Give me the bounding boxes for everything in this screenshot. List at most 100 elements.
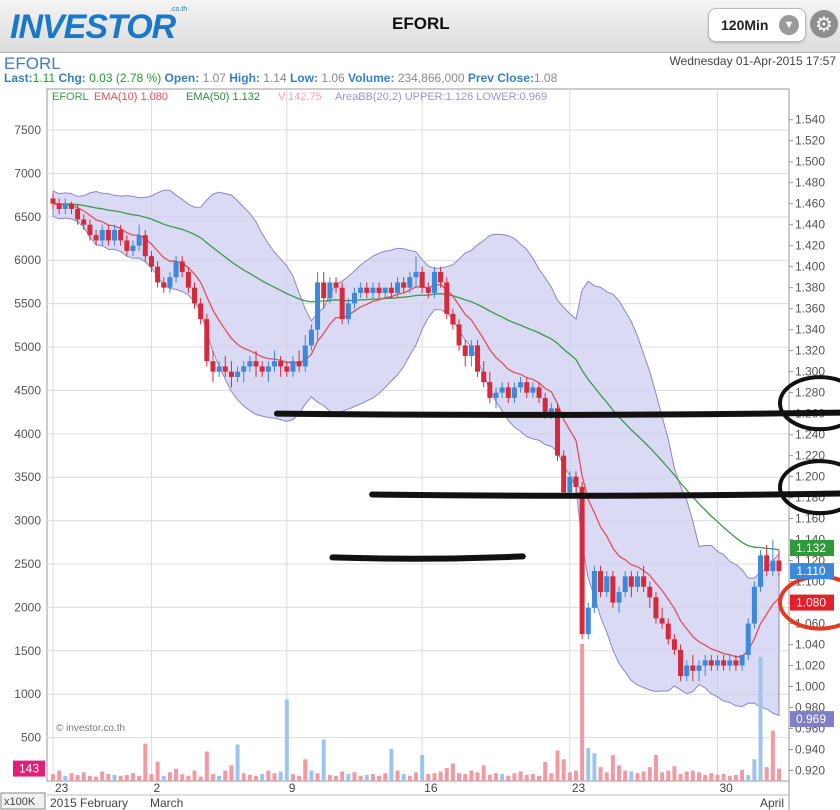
volume-bar [161,775,166,781]
volume-bar [672,766,677,781]
candle-body [567,476,573,493]
left-tick-label: 7000 [14,166,41,180]
left-tick-label: 5000 [14,340,41,354]
timeframe-select[interactable]: 120Min ▼ [708,8,806,42]
volume-bar [118,775,123,781]
high-label: High: [229,71,260,85]
candle-body [216,366,222,372]
volume-bar [407,775,412,781]
volume-bar [586,748,591,781]
volume-bar [740,769,745,781]
volume-bar [487,774,492,781]
volume-bar [721,774,726,781]
candle-body [296,361,302,367]
right-tick-label: 1.460 [795,197,825,211]
last-value: 1.11 [32,71,56,85]
volume-bar [733,774,738,781]
volume-bar [155,761,160,781]
low-value: 1.06 [321,71,345,85]
candle-body [124,240,130,251]
candle-body [487,382,493,398]
candle-body [684,665,690,677]
volume-bar [543,761,548,781]
volume-bar [192,770,197,781]
x-tick-label: 23 [55,781,69,795]
prevclose-value: 1.08 [533,71,558,85]
volume-bar [592,753,597,781]
volume-bar [512,773,517,781]
value-tag-label: 1.110 [796,564,825,578]
right-tick-label: 0.920 [795,764,825,778]
volume-bar [703,774,708,781]
volume-bar [260,774,265,781]
candle-body [561,455,567,493]
volume-bar [432,773,437,781]
candle-body [75,208,81,220]
volume-bar [266,770,271,781]
volume-bar [684,771,689,781]
candle-body [179,261,185,272]
candle-body [136,235,142,246]
candle-body [585,607,591,635]
chg-value: 0.03 (2.78 %) [89,71,162,85]
candle-body [634,576,640,587]
candle-body [222,366,228,372]
gear-icon[interactable]: ⚙ [810,10,838,38]
volume-bar [315,773,320,781]
volume-bar [346,774,351,781]
right-tick-label: 1.400 [795,260,825,274]
left-tick-label: 6000 [14,253,41,267]
drawn-line [273,409,840,418]
volume-bar [272,773,277,781]
candle-body [610,576,616,603]
candle-body [161,282,167,288]
candle-body [93,235,99,241]
volume-bar [537,775,542,781]
volume-bar [561,759,566,781]
volume-bar [530,774,535,781]
right-tick-label: 1.020 [795,659,825,673]
candle-body [714,660,720,666]
candle-body [419,271,425,288]
volume-bar [604,772,609,781]
volume-bar [364,774,369,781]
candle-body [708,660,714,666]
volume-bar [764,767,769,781]
volume-bar [457,773,462,781]
volume-bar [420,754,425,781]
right-tick-label: 1.500 [795,155,825,169]
drawn-line [329,553,526,562]
right-tick-label: 0.940 [795,743,825,757]
candle-body [302,345,308,367]
candle-body [290,361,296,372]
candle-body [259,366,265,372]
volume-bar [629,771,634,781]
right-tick-label: 1.000 [795,680,825,694]
candle-body [235,371,241,377]
price-chart[interactable]: 7500 7000 6500 6000 5500 5000 4500 4000 3500 3000… [0,87,840,810]
candle-body [105,229,111,241]
candle-body [573,476,579,488]
volume-bar [303,759,308,781]
volume-bar [481,765,486,781]
candle-body [696,665,702,671]
candle-body [271,361,277,367]
candle-body [345,303,351,320]
volume-bar [389,748,394,781]
volume-bar [395,770,400,781]
left-tick-label: 1000 [14,687,41,701]
candle-body [388,287,394,293]
legend-symbol: EFORL [52,91,89,103]
volume-bar [641,771,646,781]
candle-body [591,571,597,608]
left-tick-label: 4000 [14,427,41,441]
volume-bar [94,776,99,781]
candle-body [456,324,462,346]
candle-body [198,303,204,320]
volume-bar [137,775,142,781]
candle-body [475,345,481,372]
volume-bar [87,775,92,781]
candle-body [210,361,216,372]
volume-bar [229,765,234,781]
volume-bar [284,699,289,781]
